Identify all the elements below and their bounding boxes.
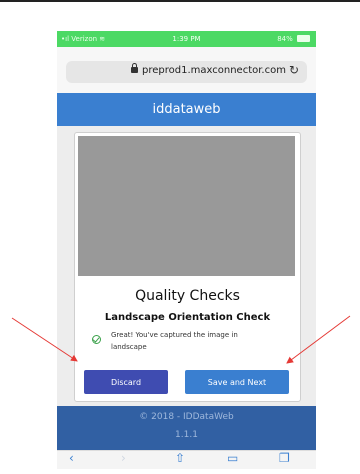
captured-image-preview bbox=[78, 136, 295, 276]
card-subtitle: Landscape Orientation Check bbox=[104, 312, 271, 323]
discard-button[interactable]: Discard bbox=[84, 370, 168, 394]
site-title: iddataweb bbox=[152, 102, 221, 117]
url-text: preprod1.maxconnector.com bbox=[142, 65, 286, 76]
footer-version: 1.1.1 bbox=[175, 430, 198, 440]
forward-icon[interactable]: › bbox=[121, 451, 126, 465]
page-footer: © 2018 - IDDataWeb 1.1.1 bbox=[57, 406, 316, 450]
card-title: Quality Checks bbox=[135, 288, 240, 304]
share-icon[interactable]: ⇧ bbox=[175, 451, 185, 465]
reload-icon[interactable]: ↻ bbox=[289, 63, 299, 77]
browser-toolbar: ‹ › ⇧ ▭ ❐ bbox=[57, 450, 316, 469]
lock-icon bbox=[131, 63, 138, 73]
page-header: iddataweb bbox=[57, 93, 316, 126]
url-field[interactable]: preprod1.maxconnector.com ↻ bbox=[66, 61, 307, 83]
tabs-icon[interactable]: ❐ bbox=[279, 451, 290, 465]
quality-check-card: Quality Checks Landscape Orientation Che… bbox=[74, 132, 301, 402]
main-content: Quality Checks Landscape Orientation Che… bbox=[57, 126, 316, 406]
save-and-next-button[interactable]: Save and Next bbox=[185, 370, 289, 394]
browser-address-bar: preprod1.maxconnector.com ↻ bbox=[57, 47, 316, 93]
battery-percent: 84% bbox=[277, 35, 293, 43]
back-icon[interactable]: ‹ bbox=[69, 451, 74, 465]
check-message: Great! You've captured the image in land… bbox=[111, 331, 238, 351]
check-circle-icon bbox=[92, 335, 101, 344]
footer-copyright: © 2018 - IDDataWeb bbox=[139, 412, 234, 422]
top-border bbox=[0, 0, 360, 2]
status-bar: •ıl Verizon ≋ 1:39 PM 84% bbox=[57, 31, 316, 47]
bookmarks-icon[interactable]: ▭ bbox=[227, 451, 238, 465]
battery-icon bbox=[297, 35, 310, 42]
status-right: 84% bbox=[277, 35, 310, 43]
phone-screen: •ıl Verizon ≋ 1:39 PM 84% preprod1.maxco… bbox=[57, 31, 316, 469]
